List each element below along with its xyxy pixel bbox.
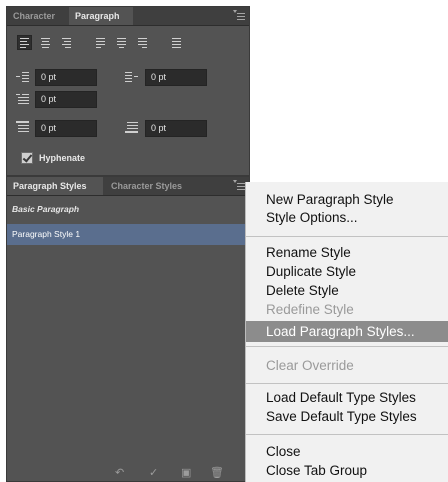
menu-item-load-paragraph-styles[interactable]: Load Paragraph Styles... bbox=[266, 323, 415, 341]
paragraph-panel: Character Paragraph 0 pt 0 pt 0 pt 0 pt … bbox=[6, 6, 250, 176]
space-before-field[interactable]: 0 pt bbox=[35, 120, 97, 137]
menu-item-close[interactable]: Close bbox=[266, 443, 301, 461]
menu-item-save-default-type-styles[interactable]: Save Default Type Styles bbox=[266, 408, 417, 426]
menu-item-clear-override: Clear Override bbox=[266, 358, 354, 373]
tab-paragraph[interactable]: Paragraph bbox=[69, 7, 133, 25]
paragraph-panel-tab-bar: Character Paragraph bbox=[7, 7, 249, 26]
menu-item-redefine-style: Redefine Style bbox=[266, 302, 354, 317]
hyphenate-label: Hyphenate bbox=[39, 153, 86, 163]
checkmark-icon[interactable]: ✓ bbox=[149, 467, 158, 479]
justify-last-center-icon[interactable] bbox=[114, 35, 129, 50]
menu-separator bbox=[246, 434, 448, 435]
justify-all-icon[interactable] bbox=[169, 35, 184, 50]
space-before-icon bbox=[16, 121, 30, 133]
undo-icon[interactable]: ↶ bbox=[115, 467, 124, 479]
styles-context-menu: New Paragraph Style Style Options... Ren… bbox=[245, 182, 448, 482]
menu-item-duplicate-style[interactable]: Duplicate Style bbox=[266, 263, 356, 281]
new-style-icon[interactable]: ▣ bbox=[181, 467, 191, 479]
tab-character-styles[interactable]: Character Styles bbox=[105, 177, 195, 195]
style-paragraph-style-1[interactable]: Paragraph Style 1 bbox=[7, 224, 249, 245]
menu-item-rename-style[interactable]: Rename Style bbox=[266, 244, 351, 262]
menu-separator bbox=[246, 383, 448, 384]
menu-item-new-paragraph-style[interactable]: New Paragraph Style bbox=[266, 191, 394, 209]
right-indent-icon bbox=[125, 71, 139, 83]
menu-item-style-options[interactable]: Style Options... bbox=[266, 209, 358, 227]
justify-last-left-icon[interactable] bbox=[93, 35, 108, 50]
justify-last-right-icon[interactable] bbox=[135, 35, 150, 50]
space-after-icon bbox=[125, 121, 139, 133]
menu-item-close-tab-group[interactable]: Close Tab Group bbox=[266, 462, 367, 480]
trash-icon[interactable]: 🗑 bbox=[210, 467, 224, 479]
tab-paragraph-styles[interactable]: Paragraph Styles bbox=[7, 177, 103, 195]
menu-item-load-default-type-styles[interactable]: Load Default Type Styles bbox=[266, 389, 416, 407]
styles-panel-menu-icon[interactable] bbox=[233, 180, 245, 191]
left-indent-icon bbox=[16, 71, 30, 83]
panel-menu-icon[interactable] bbox=[233, 10, 245, 21]
tab-character[interactable]: Character bbox=[7, 7, 67, 25]
align-center-icon[interactable] bbox=[38, 35, 53, 50]
hyphenate-checkbox[interactable] bbox=[21, 152, 33, 164]
right-indent-field[interactable]: 0 pt bbox=[145, 69, 207, 86]
paragraph-styles-panel: Paragraph Styles Character Styles Basic … bbox=[6, 176, 250, 482]
space-after-field[interactable]: 0 pt bbox=[145, 120, 207, 137]
first-line-indent-icon bbox=[16, 93, 30, 105]
style-basic-paragraph[interactable]: Basic Paragraph bbox=[7, 199, 249, 220]
menu-item-delete-style[interactable]: Delete Style bbox=[266, 282, 339, 300]
left-indent-field[interactable]: 0 pt bbox=[35, 69, 97, 86]
align-left-icon[interactable] bbox=[17, 35, 32, 50]
first-line-indent-field[interactable]: 0 pt bbox=[35, 91, 97, 108]
menu-separator bbox=[246, 346, 448, 347]
menu-separator bbox=[246, 236, 448, 237]
styles-panel-tab-bar: Paragraph Styles Character Styles bbox=[7, 177, 249, 196]
align-right-icon[interactable] bbox=[59, 35, 74, 50]
